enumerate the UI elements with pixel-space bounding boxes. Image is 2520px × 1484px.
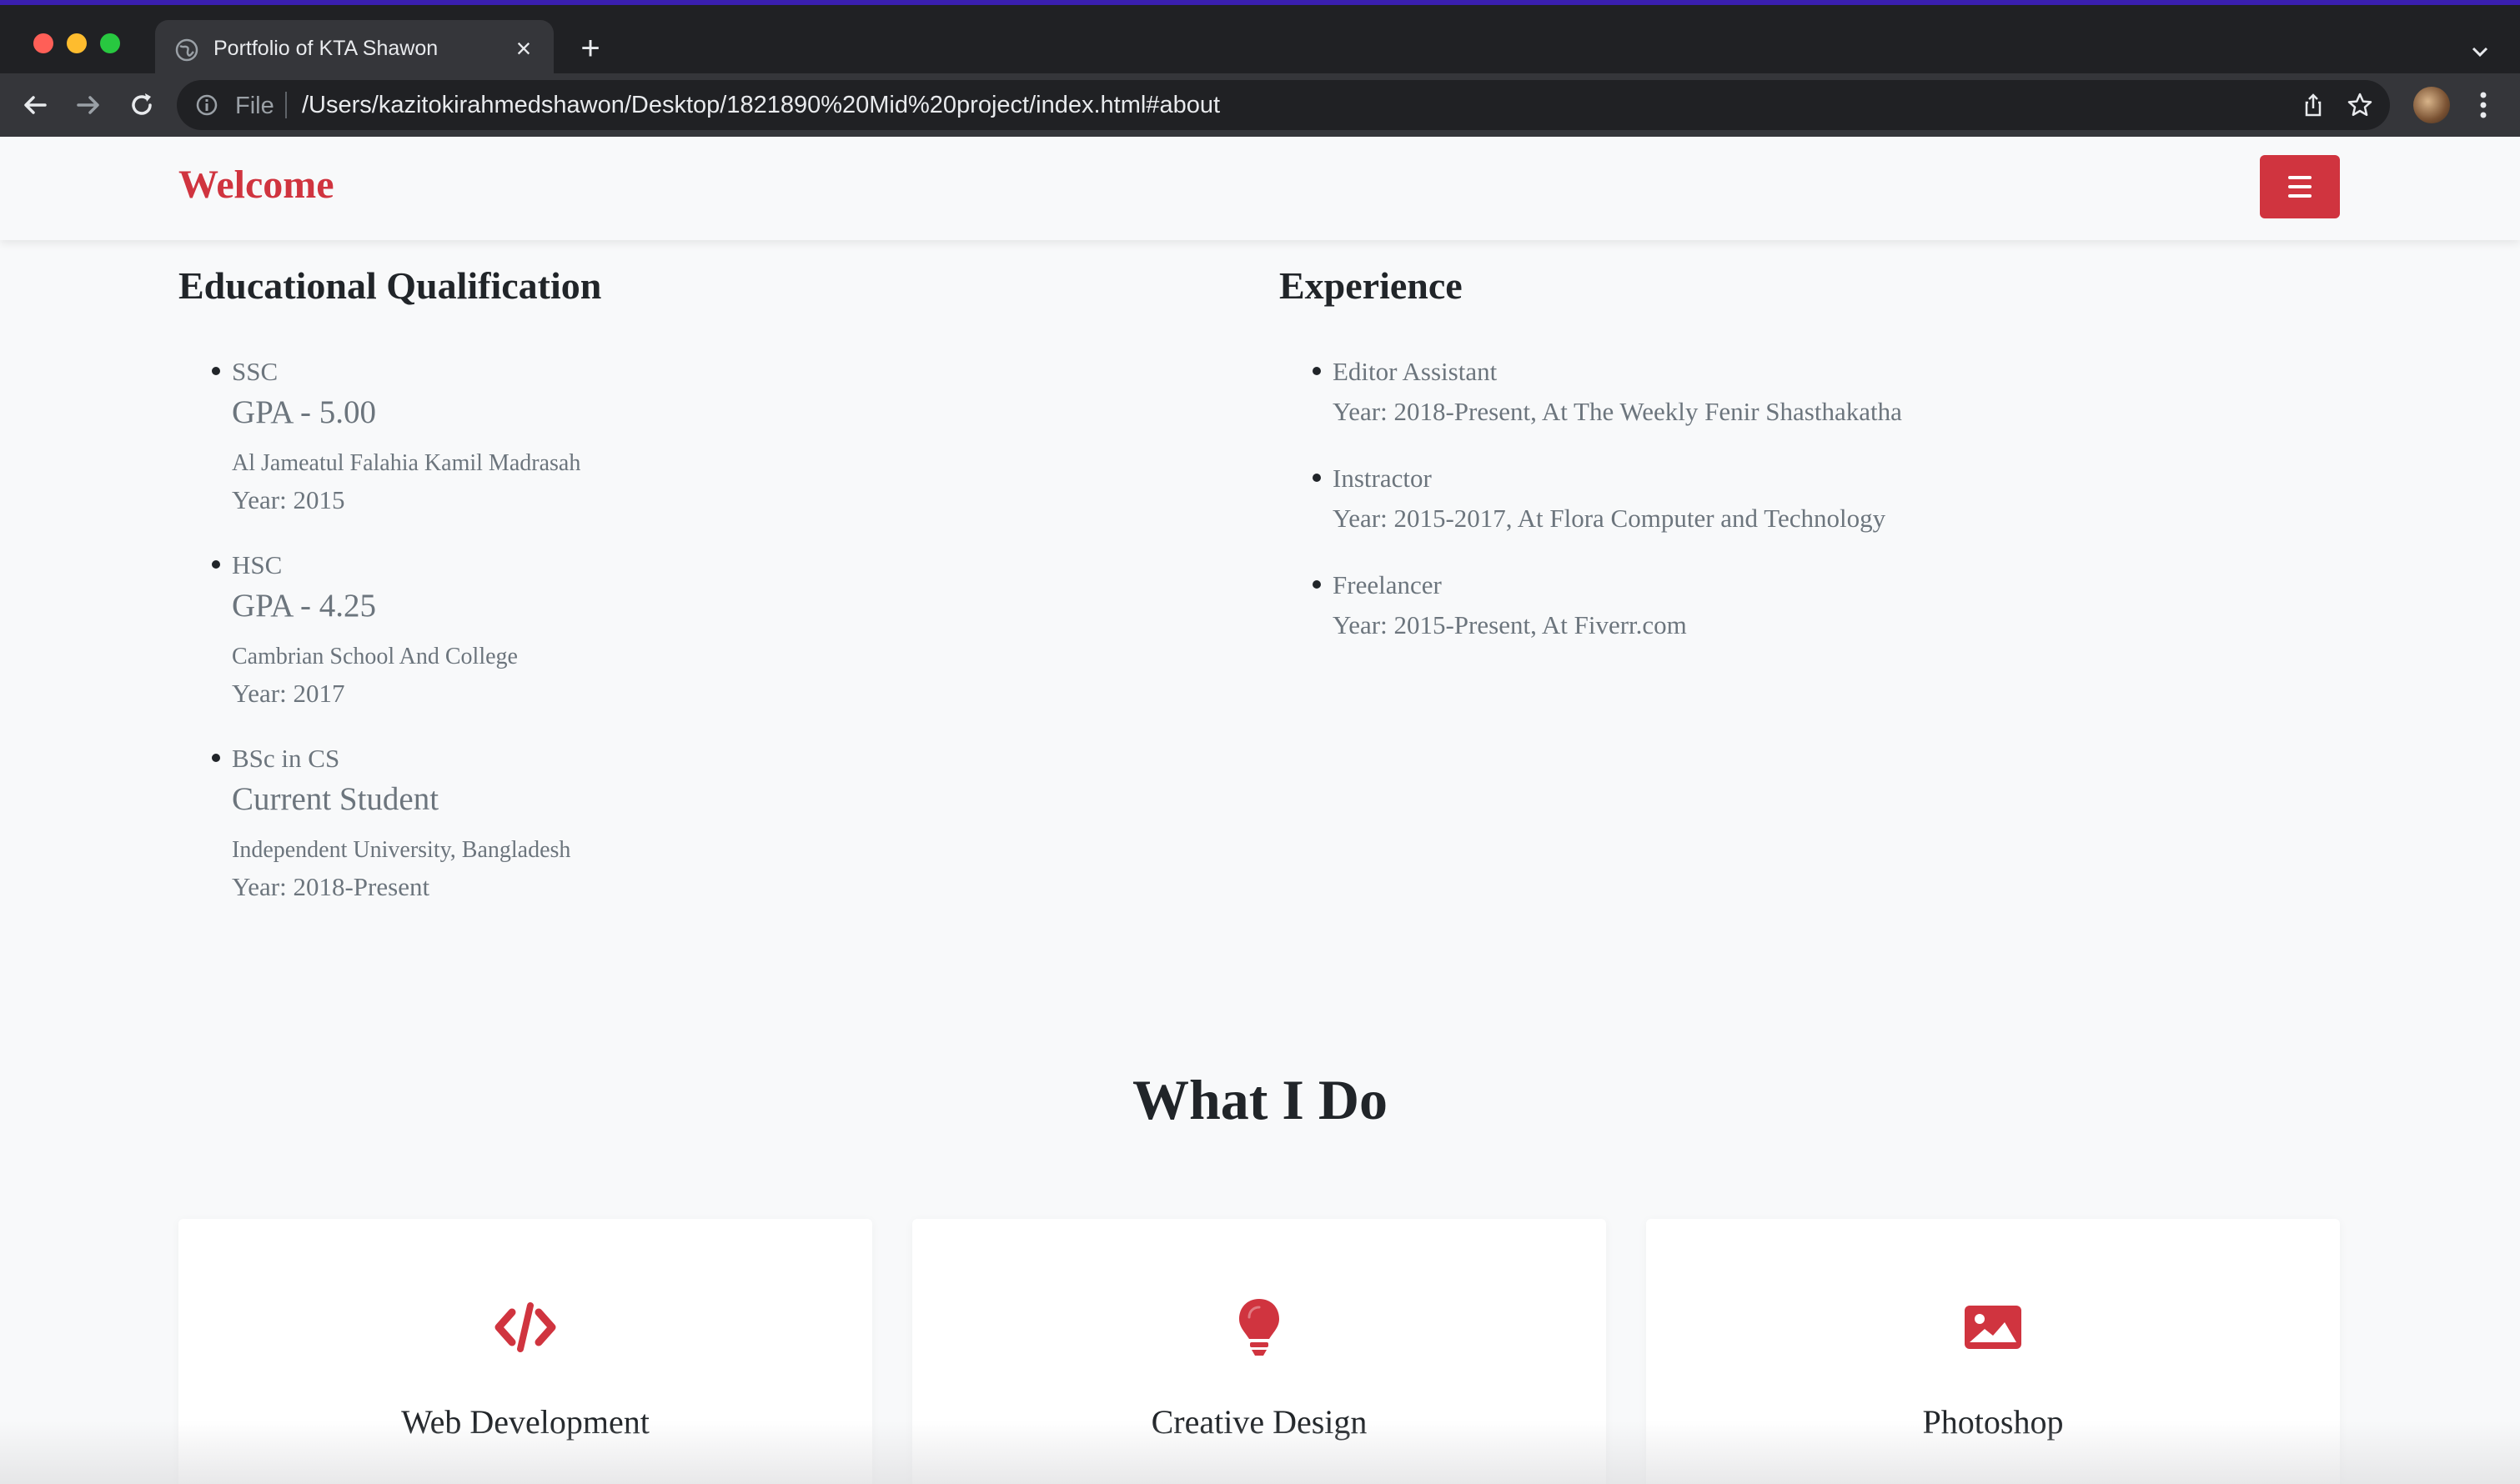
experience-title: Experience: [1279, 264, 1463, 307]
education-list: SSC GPA - 5.00 Al Jameatul Falahia Kamil…: [178, 352, 1179, 932]
education-school: Independent University, Bangladesh: [232, 837, 571, 863]
experience-list: Editor Assistant Year: 2018-Present, At …: [1279, 352, 2363, 672]
forward-arrow-icon[interactable]: [72, 88, 105, 122]
education-grade: GPA - 4.25: [232, 588, 377, 624]
education-year: Year: 2017: [232, 679, 345, 708]
education-school: Al Jameatul Falahia Kamil Madrasah: [232, 450, 581, 476]
lightbulb-icon: [1239, 1299, 1279, 1356]
experience-detail: Year: 2015-2017, At Flora Computer and T…: [1333, 504, 1886, 533]
bullet-icon: [212, 560, 220, 569]
image-icon: [1965, 1306, 2021, 1349]
experience-detail: Year: 2018-Present, At The Weekly Fenir …: [1333, 397, 1902, 426]
bullet-icon: [212, 367, 220, 375]
address-url[interactable]: /Users/kazitokirahmedshawon/Desktop/1821…: [302, 92, 1220, 119]
tab-title: Portfolio of KTA Shawon: [213, 37, 439, 60]
bullet-icon: [1313, 474, 1321, 482]
experience-detail: Year: 2015-Present, At Fiverr.com: [1333, 610, 1687, 639]
reload-icon[interactable]: [125, 88, 158, 122]
bullet-icon: [212, 754, 220, 762]
profile-avatar[interactable]: [2413, 87, 2450, 123]
education-year: Year: 2015: [232, 485, 345, 514]
list-item: Editor Assistant Year: 2018-Present, At …: [1279, 352, 2363, 432]
hamburger-icon: [2288, 176, 2312, 179]
education-degree: BSc in CS: [232, 744, 340, 773]
education-degree: SSC: [232, 357, 279, 386]
service-card-creative-design: Creative Design: [912, 1219, 1606, 1484]
brand-link[interactable]: Welcome: [178, 162, 334, 208]
address-bar[interactable]: File /Users/kazitokirahmedshawon/Desktop…: [177, 80, 2390, 130]
services-heading: What I Do: [1132, 1068, 1388, 1131]
education-school: Cambrian School And College: [232, 644, 518, 669]
minimize-window-button[interactable]: [67, 33, 87, 53]
list-item: HSC GPA - 4.25 Cambrian School And Colle…: [178, 545, 1179, 714]
info-icon[interactable]: [195, 93, 218, 117]
education-grade: Current Student: [232, 781, 439, 817]
list-item: BSc in CS Current Student Independent Un…: [178, 739, 1179, 907]
education-degree: HSC: [232, 550, 283, 579]
experience-role: Freelancer: [1333, 570, 1442, 599]
browser-tab[interactable]: Portfolio of KTA Shawon ×: [155, 20, 554, 78]
bullet-icon: [1313, 367, 1321, 375]
globe-icon: [175, 38, 198, 62]
hamburger-icon: [2288, 194, 2312, 198]
experience-role: Editor Assistant: [1333, 357, 1498, 386]
browser-toolbar: File /Users/kazitokirahmedshawon/Desktop…: [0, 73, 2520, 137]
address-scheme: File: [235, 93, 274, 119]
maximize-window-button[interactable]: [100, 33, 120, 53]
address-separator: [285, 92, 287, 118]
share-icon[interactable]: [2300, 92, 2327, 118]
tab-strip: Portfolio of KTA Shawon × +: [0, 5, 2520, 78]
bullet-icon: [1313, 580, 1321, 589]
education-year: Year: 2018-Present: [232, 872, 430, 901]
tab-close-icon[interactable]: ×: [509, 33, 539, 63]
experience-role: Instractor: [1333, 464, 1432, 493]
close-window-button[interactable]: [33, 33, 53, 53]
chevron-down-icon[interactable]: [2465, 37, 2495, 67]
more-vert-icon[interactable]: [2473, 88, 2493, 122]
service-card-web-development: Web Development: [178, 1219, 872, 1484]
education-grade: GPA - 5.00: [232, 394, 377, 430]
code-icon: [494, 1302, 556, 1352]
site-navbar: Welcome: [0, 137, 2520, 240]
service-title: Creative Design: [1151, 1403, 1368, 1441]
service-card-photoshop: Photoshop: [1646, 1219, 2340, 1484]
service-title: Photoshop: [1922, 1403, 2064, 1441]
list-item: Instractor Year: 2015-2017, At Flora Com…: [1279, 459, 2363, 539]
bookmark-star-icon[interactable]: [2347, 92, 2373, 118]
menu-toggle-button[interactable]: [2260, 155, 2340, 218]
new-tab-button[interactable]: +: [574, 32, 607, 67]
service-title: Web Development: [401, 1403, 650, 1441]
list-item: SSC GPA - 5.00 Al Jameatul Falahia Kamil…: [178, 352, 1179, 520]
back-arrow-icon[interactable]: [18, 88, 52, 122]
list-item: Freelancer Year: 2015-Present, At Fiverr…: [1279, 565, 2363, 645]
page-viewport: Welcome Educational Qualification SSC GP…: [0, 137, 2520, 1484]
hamburger-icon: [2288, 185, 2312, 188]
education-title: Educational Qualification: [178, 264, 602, 307]
